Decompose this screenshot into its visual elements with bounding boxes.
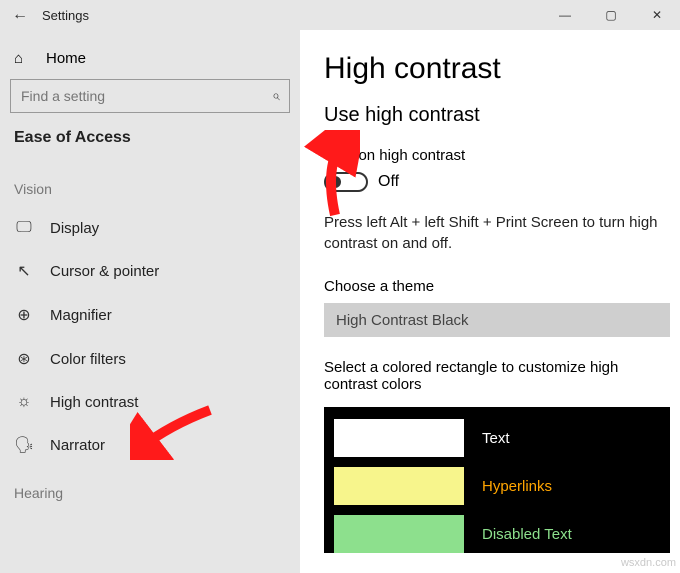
shortcut-hint: Press left Alt + left Shift + Print Scre… — [324, 212, 670, 254]
sidebar-item-color-filters[interactable]: ⊛ Color filters — [0, 337, 300, 381]
back-button[interactable]: ← — [12, 6, 42, 24]
toggle-label: Turn on high contrast — [324, 147, 670, 164]
swatch-label: Text — [482, 430, 510, 447]
sidebar-home[interactable]: ⌂ Home — [0, 44, 300, 79]
section-title: Use high contrast — [324, 104, 670, 127]
swatch-label: Disabled Text — [482, 526, 572, 543]
sidebar-item-cursor[interactable]: ↖ Cursor & pointer — [0, 249, 300, 293]
maximize-button[interactable]: ▢ — [588, 0, 634, 30]
cursor-icon: ↖ — [14, 261, 34, 281]
watermark: wsxdn.com — [621, 557, 676, 569]
home-label: Home — [46, 50, 86, 67]
display-icon: 🖵 — [14, 219, 34, 237]
sidebar-item-label: Color filters — [50, 351, 126, 368]
subhead-vision: Vision — [0, 163, 300, 207]
home-icon: ⌂ — [14, 50, 32, 67]
close-button[interactable]: ✕ — [634, 0, 680, 30]
color-filters-icon: ⊛ — [14, 349, 34, 369]
sidebar-item-high-contrast[interactable]: ☼ High contrast — [0, 381, 300, 423]
page-title: High contrast — [324, 52, 670, 86]
theme-selected: High Contrast Black — [336, 312, 469, 329]
swatch-row-hyperlinks[interactable]: Hyperlinks — [334, 467, 660, 505]
sidebar-item-label: Cursor & pointer — [50, 263, 159, 280]
minimize-button[interactable]: — — [542, 0, 588, 30]
sidebar-item-label: High contrast — [50, 394, 138, 411]
sidebar: ⌂ Home ⌕ Ease of Access Vision 🖵 Display… — [0, 30, 300, 573]
swatch-panel: Text Hyperlinks Disabled Text — [324, 407, 670, 553]
search-icon: ⌕ — [272, 87, 280, 104]
theme-dropdown[interactable]: High Contrast Black — [324, 303, 670, 337]
narrator-icon: 🗣 — [14, 435, 34, 455]
sidebar-item-label: Display — [50, 220, 99, 237]
swatch-label: Hyperlinks — [482, 478, 552, 495]
theme-label: Choose a theme — [324, 278, 670, 295]
sidebar-item-display[interactable]: 🖵 Display — [0, 207, 300, 249]
titlebar: ← Settings — ▢ ✕ — [0, 0, 680, 30]
customize-label: Select a colored rectangle to customize … — [324, 359, 670, 393]
subhead-hearing: Hearing — [0, 467, 300, 511]
swatch-row-disabled[interactable]: Disabled Text — [334, 515, 660, 553]
toggle-state: Off — [378, 173, 399, 191]
sidebar-item-magnifier[interactable]: ⊕ Magnifier — [0, 293, 300, 337]
sidebar-group-title: Ease of Access — [0, 129, 300, 163]
sidebar-item-narrator[interactable]: 🗣 Narrator — [0, 423, 300, 467]
toggle-knob — [329, 176, 341, 188]
swatch-disabled[interactable] — [334, 515, 464, 553]
high-contrast-toggle[interactable] — [324, 172, 368, 192]
sidebar-item-label: Magnifier — [50, 307, 112, 324]
swatch-text[interactable] — [334, 419, 464, 457]
search-input[interactable] — [10, 79, 290, 113]
swatch-hyperlinks[interactable] — [334, 467, 464, 505]
sidebar-item-label: Narrator — [50, 437, 105, 454]
swatch-row-text[interactable]: Text — [334, 419, 660, 457]
window-title: Settings — [42, 8, 89, 23]
magnifier-icon: ⊕ — [14, 305, 34, 325]
high-contrast-icon: ☼ — [14, 393, 34, 411]
content: High contrast Use high contrast Turn on … — [300, 30, 680, 573]
